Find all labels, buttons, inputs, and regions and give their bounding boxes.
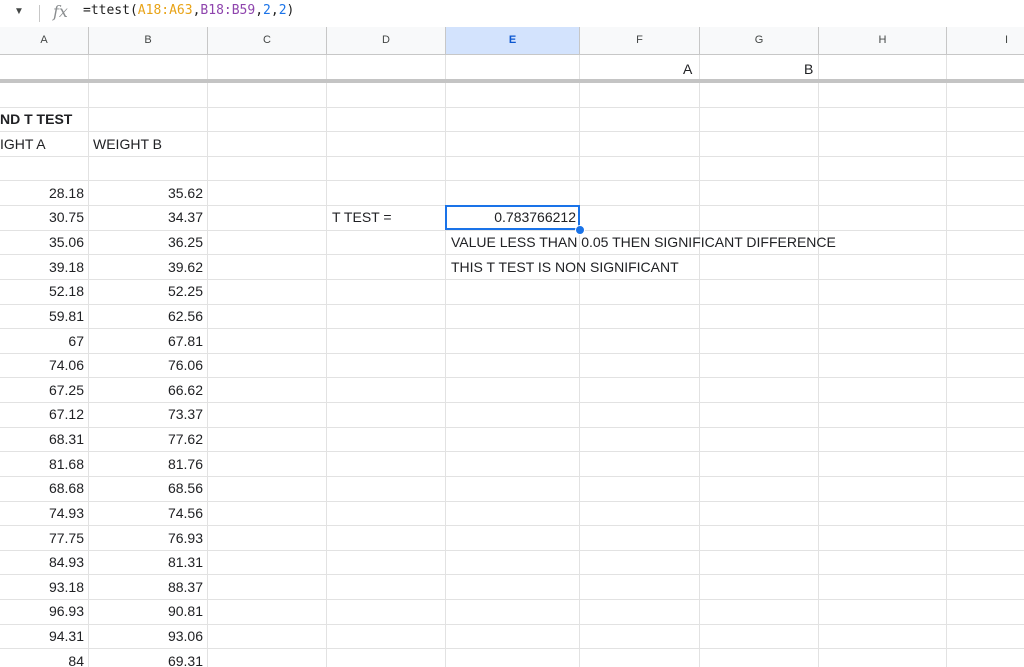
data-cell-weight-b[interactable]: 74.56: [89, 501, 203, 525]
frozen-cell-g-label[interactable]: B: [804, 57, 813, 81]
data-cell-weight-a[interactable]: 39.18: [0, 255, 84, 279]
data-cell-weight-a[interactable]: 28.18: [0, 181, 84, 205]
data-cell-weight-b[interactable]: 68.56: [89, 476, 203, 500]
data-cell-weight-a[interactable]: 94.31: [0, 624, 84, 648]
column-header-h[interactable]: H: [819, 27, 947, 54]
data-cell-weight-a[interactable]: 67: [0, 329, 84, 353]
formula-comma: ,: [270, 3, 279, 18]
data-cell-weight-b[interactable]: 93.06: [89, 624, 203, 648]
data-cell-weight-a[interactable]: 59.81: [0, 304, 84, 328]
data-cell-weight-b[interactable]: 62.56: [89, 304, 203, 328]
data-cell-weight-b[interactable]: 35.62: [89, 181, 203, 205]
column-header-a[interactable]: A: [0, 27, 89, 54]
data-cell-weight-a[interactable]: 35.06: [0, 230, 84, 254]
frozen-cell-f-label[interactable]: A: [683, 57, 692, 81]
header-cell-weight-b[interactable]: WEIGHT B: [93, 132, 162, 156]
data-cell-weight-a[interactable]: 74.06: [0, 353, 84, 377]
column-header-i[interactable]: I: [947, 27, 1024, 54]
formula-comma: ,: [255, 3, 264, 18]
column-header-e[interactable]: E: [446, 27, 580, 54]
data-cell-weight-b[interactable]: 39.62: [89, 255, 203, 279]
data-cell-weight-a[interactable]: 68.31: [0, 427, 84, 451]
data-cell-weight-a[interactable]: 81.68: [0, 452, 84, 476]
note-cell-significance-rule[interactable]: VALUE LESS THAN 0.05 THEN SIGNIFICANT DI…: [451, 230, 836, 254]
data-cell-weight-b[interactable]: 66.62: [89, 378, 203, 402]
formula-prefix: =ttest(: [83, 3, 138, 18]
data-cell-weight-b[interactable]: 88.37: [89, 575, 203, 599]
data-cell-weight-b[interactable]: 81.31: [89, 550, 203, 574]
dropdown-caret-icon[interactable]: ▼: [14, 6, 24, 17]
formula-range-2: B18:B59: [200, 3, 256, 18]
data-cell-weight-b[interactable]: 69.31: [89, 649, 203, 667]
active-cell-selection: [445, 205, 580, 230]
data-cell-weight-b[interactable]: 77.62: [89, 427, 203, 451]
data-cell-weight-b[interactable]: 36.25: [89, 230, 203, 254]
data-cell-weight-a[interactable]: 52.18: [0, 279, 84, 303]
data-cell-weight-b[interactable]: 81.76: [89, 452, 203, 476]
frozen-row-divider[interactable]: [0, 79, 1024, 83]
column-header-row: A B C D E F G H I: [0, 27, 1024, 55]
note-cell-conclusion[interactable]: THIS T TEST IS NON SIGNIFICANT: [451, 255, 679, 279]
data-cell-weight-a[interactable]: 67.25: [0, 378, 84, 402]
data-cell-weight-b[interactable]: 52.25: [89, 279, 203, 303]
header-cell-weight-a[interactable]: IGHT A: [0, 132, 46, 156]
data-cell-weight-b[interactable]: 76.93: [89, 526, 203, 550]
formula-type-arg: 2: [278, 3, 287, 18]
data-cell-weight-b[interactable]: 76.06: [89, 353, 203, 377]
data-cell-weight-a[interactable]: 67.12: [0, 402, 84, 426]
column-header-d[interactable]: D: [327, 27, 446, 54]
data-cell-weight-b[interactable]: 67.81: [89, 329, 203, 353]
formula-tails-arg: 2: [263, 3, 271, 18]
formula-range-1: A18:A63: [137, 3, 193, 18]
data-cell-weight-a[interactable]: 77.75: [0, 526, 84, 550]
column-header-f[interactable]: F: [580, 27, 700, 54]
formula-bar-divider: [39, 5, 40, 22]
column-header-b[interactable]: B: [89, 27, 208, 54]
formula-input[interactable]: =ttest(A18:A63,B18:B59,2,2): [83, 3, 294, 18]
data-cell-weight-b[interactable]: 34.37: [89, 205, 203, 229]
sheet-title-cell[interactable]: ND T TEST: [0, 107, 72, 131]
data-cell-weight-a[interactable]: 96.93: [0, 599, 84, 623]
data-cell-weight-a[interactable]: 93.18: [0, 575, 84, 599]
data-cell-weight-a[interactable]: 74.93: [0, 501, 84, 525]
ttest-label-cell[interactable]: T TEST =: [332, 205, 392, 229]
data-cell-weight-a[interactable]: 68.68: [0, 476, 84, 500]
formula-close-paren: ): [286, 3, 295, 18]
fx-icon: fx: [53, 2, 68, 21]
data-cell-weight-a[interactable]: 84: [0, 649, 84, 667]
data-cell-weight-a[interactable]: 84.93: [0, 550, 84, 574]
data-cell-weight-b[interactable]: 73.37: [89, 402, 203, 426]
data-cell-weight-b[interactable]: 90.81: [89, 599, 203, 623]
column-header-c[interactable]: C: [208, 27, 327, 54]
formula-bar: ▼ fx =ttest(A18:A63,B18:B59,2,2): [0, 0, 1024, 28]
column-header-g[interactable]: G: [700, 27, 819, 54]
data-cell-weight-a[interactable]: 30.75: [0, 205, 84, 229]
cell-grid[interactable]: A B ND T TEST IGHT A WEIGHT B T TEST = 0…: [0, 55, 1024, 667]
